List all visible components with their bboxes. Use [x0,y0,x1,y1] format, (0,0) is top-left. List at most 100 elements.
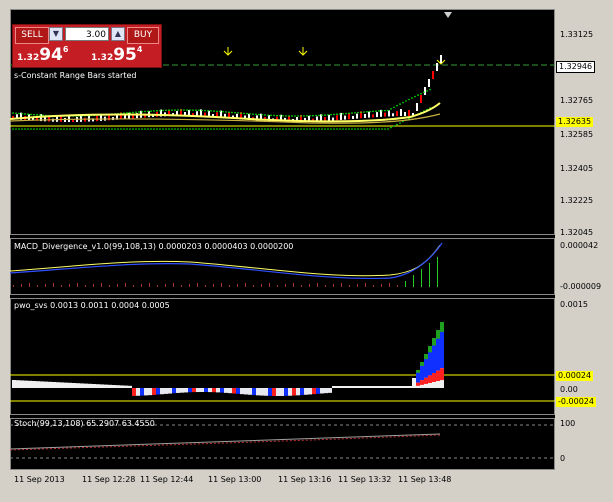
dot [102,128,104,130]
dot [156,128,158,130]
dot [249,113,251,115]
dot [351,112,353,114]
dot [417,94,419,96]
dot [192,109,194,111]
lot-size-input[interactable]: 3.00 [65,27,109,41]
dot [369,110,371,113]
dot [402,101,404,104]
pwo-bar [428,375,432,383]
pwo-bar [220,388,224,393]
pwo-bar [232,388,236,394]
dot [222,128,224,130]
chart-window[interactable]: s-Constant Range Bars started MACD_Diver… [0,0,613,502]
pwo-bar [16,380,20,388]
candle [388,110,390,117]
dot [399,103,401,105]
down-arrow-icon [223,47,233,56]
dot [48,128,50,130]
dot [204,128,206,130]
dot [15,112,17,115]
dot [33,128,35,130]
dot [24,113,26,115]
macd-bar [253,285,254,287]
dot [156,109,158,112]
pwo-bar [420,380,424,385]
dot [96,128,98,130]
macd-bar [245,283,246,287]
stoch-main-line [9,433,441,450]
macd-axis-bottom: -0.000009 [560,282,602,291]
dot [303,115,305,117]
dot [30,113,32,116]
macd-bar [325,285,326,287]
dot [66,128,68,130]
dot [99,128,101,130]
bid-quote[interactable]: 1.32946 [17,45,68,65]
ask-fraction: 4 [136,45,143,54]
dot [354,111,356,114]
lot-decrease-button[interactable]: ▼ [49,27,63,41]
time-axis-label: 11 Sep 13:16 [278,475,332,484]
dot [171,128,173,130]
dot [270,128,272,130]
dot [237,112,239,114]
dot [279,114,281,117]
macd-title: MACD_Divergence_v1.0(99,108,13) 0.000020… [14,242,294,251]
macd-bar [341,283,342,287]
chart-plot-area[interactable]: s-Constant Range Bars started MACD_Diver… [9,9,555,470]
dot [366,111,368,113]
pwo-bar [164,388,168,394]
dot [327,128,329,130]
buy-button[interactable]: BUY [127,27,159,44]
dot [345,112,347,115]
dot [81,128,83,130]
dot [324,128,326,130]
dot [393,125,395,127]
dot [213,128,215,130]
pwo-bar [192,388,196,393]
dot [219,128,221,130]
dot [369,128,371,130]
candle [344,115,346,120]
pwo-bar [180,388,184,393]
dot [168,128,170,130]
candle [372,114,374,118]
macd-bar [269,283,270,287]
ask-quote[interactable]: 1.32954 [91,45,142,65]
dot [378,128,380,130]
macd-bar [133,285,134,287]
pwo-axis-top: 0.0015 [560,300,588,309]
macd-bar [13,285,14,287]
pwo-bar [296,388,300,396]
sell-button[interactable]: SELL [15,27,49,44]
dot [189,109,191,111]
dot [39,128,41,130]
candle [424,87,426,95]
pwo-bar [100,384,104,388]
dot [300,115,302,117]
dot [252,113,254,115]
dot [135,111,137,113]
pwo-bar [440,368,444,381]
lot-increase-button[interactable]: ▲ [111,27,125,41]
dot [279,128,281,130]
pwo-bar [352,386,356,388]
dot [297,115,299,117]
candle [420,95,422,103]
dot [201,109,203,112]
pwo-bar [120,385,124,388]
macd-bar [165,284,166,287]
pwo-bar [148,388,152,396]
dot [126,128,128,130]
dot [354,128,356,130]
macd-histogram [13,257,438,287]
pwo-bar [256,388,260,396]
dot [246,112,248,115]
dot [126,112,128,114]
pwo-bar [208,388,212,393]
macd-bar [357,284,358,287]
macd-bar [157,285,158,287]
dot [312,114,314,117]
dot [267,114,269,116]
dot [207,109,209,112]
